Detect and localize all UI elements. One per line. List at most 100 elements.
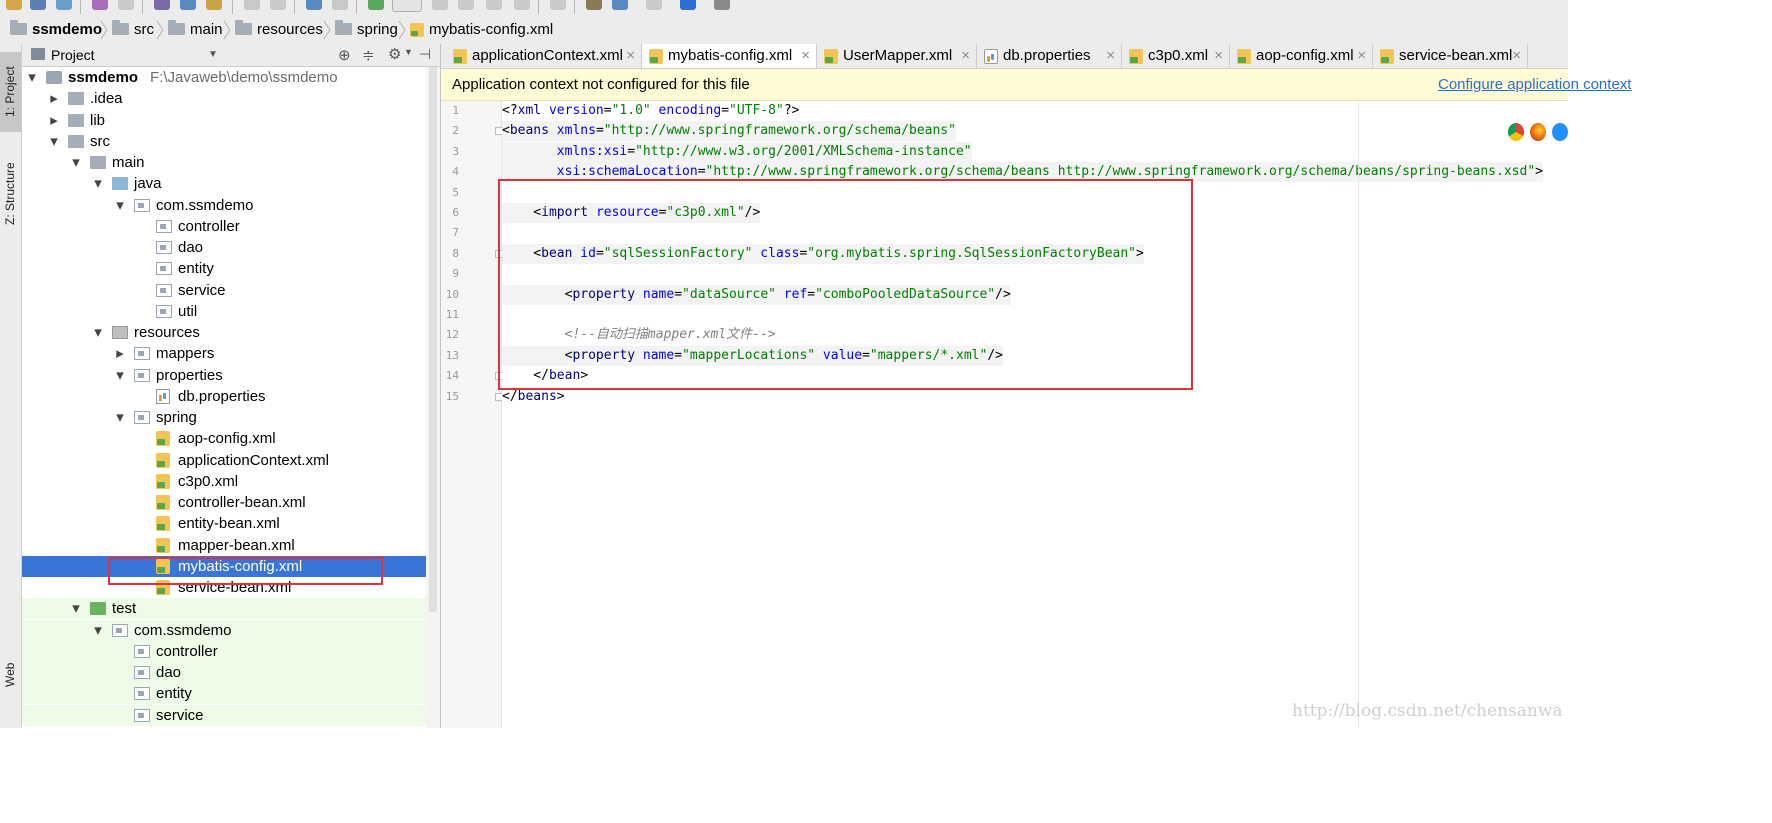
tree-node[interactable]: ▾ properties [22,365,426,386]
close-icon[interactable]: × [1357,44,1366,68]
chevron-down-icon[interactable]: ▾ [92,173,104,194]
close-icon[interactable]: × [961,44,970,68]
tree-node[interactable]: ▸ .idea [22,88,426,109]
save-icon[interactable] [30,0,46,10]
gear-dropdown-icon[interactable]: ▼ [404,47,413,57]
sync-icon[interactable] [56,0,72,10]
close-icon[interactable]: × [626,44,635,68]
chevron-down-icon[interactable]: ▾ [92,620,104,641]
tree-node[interactable]: ▾ ssmdemo F:\Javaweb\demo\ssmdemo [22,67,426,88]
configure-context-link[interactable]: Configure application context [1438,69,1631,100]
copy-icon[interactable] [180,0,196,10]
chevron-down-icon[interactable]: ▾ [92,322,104,343]
chevron-down-icon[interactable]: ▾ [70,152,82,173]
tree-node[interactable]: dao [22,237,426,258]
vcs-icon[interactable] [550,0,566,10]
chevron-down-icon[interactable]: ▾ [70,598,82,619]
replace-icon[interactable] [270,0,286,10]
chevron-down-icon[interactable]: ▾ [26,67,38,88]
close-icon[interactable]: × [801,44,810,68]
editor-tab[interactable]: applicationContext.xml × [446,44,642,68]
project-structure-icon[interactable] [612,0,628,10]
debug-icon[interactable] [458,0,474,10]
chevron-down-icon[interactable]: ▾ [114,365,126,386]
close-icon[interactable]: × [1106,44,1115,68]
tree-node[interactable]: ▾ test [22,598,426,620]
chevron-down-icon[interactable]: ▾ [48,131,60,152]
stop-icon[interactable] [514,0,530,10]
tab-structure-tool[interactable]: Z: Structure [0,148,21,240]
tasks-icon[interactable] [714,0,730,10]
chevron-right-icon[interactable]: ▸ [48,110,60,131]
tree-node[interactable]: entity [22,683,426,705]
tree-node[interactable]: ▾ spring [22,407,426,428]
breadcrumb-item[interactable]: ssmdemo [10,16,102,44]
tree-node[interactable]: ▸ lib [22,110,426,131]
open-icon[interactable] [6,0,22,10]
tree-node[interactable]: service [22,704,426,726]
run-icon[interactable] [432,0,448,10]
find-icon[interactable] [244,0,260,10]
settings-icon[interactable] [586,0,602,10]
sdk-icon[interactable] [646,0,662,10]
tree-node[interactable]: ▾ resources [22,322,426,343]
collapse-all-icon[interactable]: ≑ [362,46,375,64]
run-config-dropdown[interactable] [392,0,422,12]
view-mode-dropdown-icon[interactable]: ▼ [208,44,218,66]
chevron-down-icon[interactable]: ▾ [114,407,126,428]
tree-node[interactable]: c3p0.xml [22,471,426,492]
editor-tab[interactable]: mybatis-config.xml × [642,44,817,68]
tree-node[interactable]: applicationContext.xml [22,450,426,471]
back-icon[interactable] [306,0,322,10]
tree-node[interactable]: db.properties [22,386,426,407]
chevron-right-icon[interactable]: ▸ [114,343,126,364]
tree-node[interactable]: aop-config.xml [22,428,426,449]
tree-node[interactable]: controller [22,640,426,662]
breadcrumb-item[interactable]: src [112,16,154,44]
tab-web-tool[interactable]: Web [0,650,21,700]
tree-node[interactable]: ▾ java [22,173,426,194]
tree-node[interactable]: util [22,301,426,322]
undo-icon[interactable] [92,0,108,10]
tree-node[interactable]: dao [22,662,426,683]
editor-tab[interactable]: db.properties × [977,44,1122,68]
coverage-icon[interactable] [486,0,502,10]
tab-project-tool[interactable]: 1: Project [0,52,21,132]
gear-icon[interactable]: ⚙ [388,45,401,63]
chevron-right-icon[interactable]: ▸ [48,88,60,109]
tree-node[interactable]: controller [22,216,426,237]
cut-icon[interactable] [154,0,170,10]
editor-tab[interactable]: UserMapper.xml × [817,44,977,68]
help-icon[interactable] [680,0,696,10]
tree-node[interactable]: ▾ src [22,131,426,152]
paste-icon[interactable] [206,0,222,10]
tree-node[interactable]: ▸ mappers [22,343,426,364]
tree-node[interactable]: mapper-bean.xml [22,535,426,556]
forward-icon[interactable] [332,0,348,10]
close-icon[interactable]: × [1214,44,1223,68]
redo-icon[interactable] [118,0,134,10]
build-icon[interactable] [368,0,384,10]
tree-node[interactable]: service [22,280,426,301]
breadcrumb-item[interactable]: spring [335,16,398,44]
close-icon[interactable]: × [1512,44,1521,68]
editor-tab[interactable]: c3p0.xml × [1122,44,1230,68]
breadcrumb-item[interactable]: mybatis-config.xml [410,16,553,44]
project-tree-scrollbar[interactable] [426,67,440,728]
breadcrumb-item[interactable]: resources [235,16,323,44]
tree-node[interactable]: entity-bean.xml [22,513,426,534]
chrome-icon[interactable] [1508,123,1524,141]
editor-tab[interactable]: aop-config.xml × [1230,44,1373,68]
tree-node[interactable]: entity [22,258,426,279]
tree-node[interactable]: controller-bean.xml [22,492,426,513]
ie-icon[interactable] [1552,123,1568,141]
breadcrumb-item[interactable]: main [168,16,223,44]
scroll-from-source-icon[interactable]: ⊕ [338,46,351,64]
hide-panel-icon[interactable]: ⊣ [419,46,431,63]
firefox-icon[interactable] [1530,123,1546,141]
tree-node[interactable]: ▾ main [22,152,426,173]
tree-node[interactable]: ▾ com.ssmdemo [22,195,426,216]
tree-node[interactable]: ▾ com.ssmdemo [22,619,426,641]
chevron-down-icon[interactable]: ▾ [114,195,126,216]
editor-tab[interactable]: service-bean.xml × [1373,44,1528,68]
